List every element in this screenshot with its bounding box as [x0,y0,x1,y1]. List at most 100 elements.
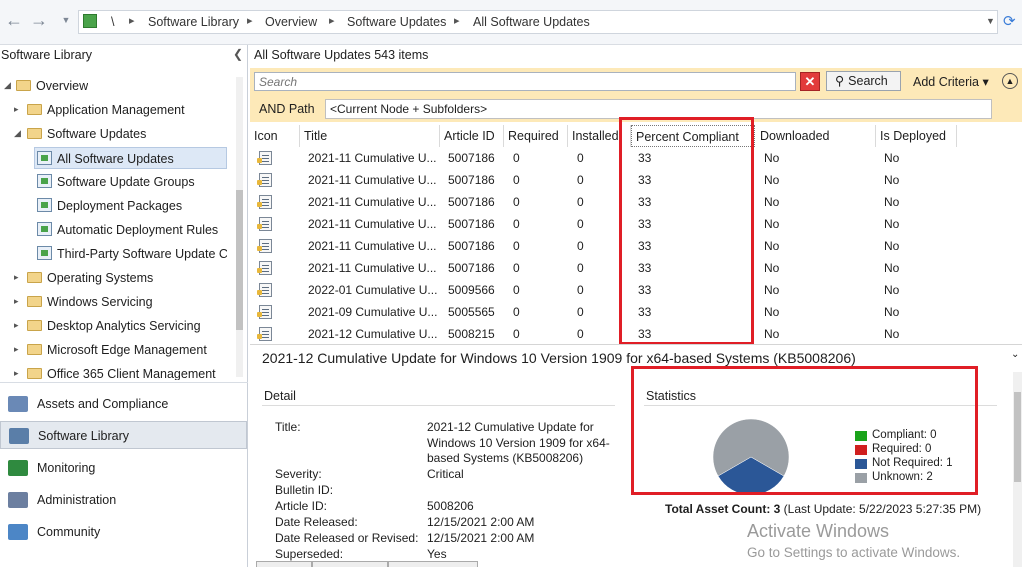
table-row[interactable]: 2022-01 Cumulative U... 5009566 0 0 33 No No [250,279,1022,301]
breadcrumb-root[interactable]: \ [111,15,114,29]
cell-downloaded: No [764,261,780,275]
breadcrumb-dropdown-icon[interactable]: ▼ [986,16,995,26]
column-header-title[interactable]: Title [300,125,440,147]
legend-required-swatch [855,445,867,455]
tree-item-operating-systems[interactable]: Operating Systems [27,267,153,289]
table-row[interactable]: 2021-11 Cumulative U... 5007186 0 0 33 No No [250,147,1022,169]
cell-required: 0 [513,195,520,209]
cell-percent: 33 [638,173,652,187]
tree-item-label: All Software Updates [57,152,174,166]
expanded-icon[interactable]: ◢ [4,80,11,91]
cell-percent: 33 [638,239,652,253]
breadcrumb-software-library[interactable]: Software Library [148,15,239,29]
workspace-community[interactable]: Community [0,518,247,546]
breadcrumb-software-updates[interactable]: Software Updates [347,15,446,29]
collapsed-icon[interactable]: ▸ [14,272,19,283]
column-header-article-id[interactable]: Article ID [440,125,504,147]
table-row[interactable]: 2021-12 Cumulative U... 5008215 0 0 33 No No [250,323,1022,341]
cell-title: 2021-09 Cumulative U... [308,305,438,319]
tree-item-software-updates[interactable]: Software Updates [27,123,146,145]
workspace-monitoring[interactable]: Monitoring [0,454,247,482]
navigation-tree: ◢ Overview ▸ Application Management ◢ So… [0,75,234,380]
tree-item-label: Software Update Groups [57,175,195,189]
column-header-is-deployed[interactable]: Is Deployed [876,125,957,147]
column-header-required[interactable]: Required [504,125,568,147]
column-header-percent-compliant[interactable]: Percent Compliant [631,125,755,147]
breadcrumb[interactable]: \ ▸ Software Library ▸ Overview ▸ Softwa… [78,10,998,34]
tree-item-deployment-packages[interactable]: Deployment Packages [37,195,182,217]
collapse-search-icon[interactable]: ▲ [1002,73,1018,89]
collapsed-icon[interactable]: ▸ [14,296,19,307]
chevron-down-icon[interactable]: ⌄ [1011,349,1019,360]
software-library-icon [9,428,29,444]
cell-article: 5007186 [448,261,495,275]
details-tab[interactable] [388,561,478,567]
tree-item-office-365-client-management[interactable]: Office 365 Client Management [27,363,216,380]
software-update-icon [257,195,272,209]
folder-icon [27,128,42,139]
details-scrollbar-thumb[interactable] [1014,392,1021,482]
tree-item-third-party-catalogs[interactable]: Third-Party Software Update Cat [37,243,227,265]
tree-item-desktop-analytics-servicing[interactable]: Desktop Analytics Servicing [27,315,201,337]
column-header-installed[interactable]: Installed [568,125,631,147]
tree-item-overview[interactable]: Overview [16,75,88,97]
folder-icon [27,296,42,307]
cell-required: 0 [513,239,520,253]
tree-item-automatic-deployment-rules[interactable]: Automatic Deployment Rules [37,219,218,241]
workspace-software-library[interactable]: Software Library [0,421,247,449]
search-input[interactable] [254,72,796,91]
table-row[interactable]: 2021-11 Cumulative U... 5007186 0 0 33 No No [250,235,1022,257]
collapsed-icon[interactable]: ▸ [14,104,19,115]
column-header-icon[interactable]: Icon [250,125,300,147]
collapsed-icon[interactable]: ▸ [14,368,19,379]
workspace-administration[interactable]: Administration [0,486,247,514]
add-criteria-button[interactable]: Add Criteria ▾ [913,74,989,89]
cell-installed: 0 [577,283,584,297]
cell-downloaded: No [764,151,780,165]
cell-downloaded: No [764,239,780,253]
table-row[interactable]: 2021-11 Cumulative U... 5007186 0 0 33 No No [250,213,1022,235]
search-button[interactable]: ⚲ Search [826,71,901,91]
clear-search-icon[interactable]: ✕ [800,72,820,91]
tree-item-label: Windows Servicing [47,295,153,309]
cell-percent: 33 [638,151,652,165]
tree-item-software-update-groups[interactable]: Software Update Groups [37,171,195,193]
refresh-icon[interactable]: ⟳ [1003,12,1016,30]
cell-article: 5008215 [448,327,495,341]
table-row[interactable]: 2021-11 Cumulative U... 5007186 0 0 33 No No [250,169,1022,191]
date-released-value: 12/15/2021 2:00 AM [427,515,535,529]
software-update-icon [257,327,272,341]
software-update-icon [257,217,272,231]
path-field[interactable]: <Current Node + Subfolders> [325,99,992,119]
table-row[interactable]: 2021-11 Cumulative U... 5007186 0 0 33 No No [250,257,1022,279]
cell-deployed: No [884,173,900,187]
cell-title: 2022-01 Cumulative U... [308,283,438,297]
details-tab[interactable] [312,561,388,567]
tree-item-windows-servicing[interactable]: Windows Servicing [27,291,153,313]
tree-item-application-management[interactable]: Application Management [27,99,185,121]
community-icon [8,524,28,540]
expanded-icon[interactable]: ◢ [14,128,21,139]
breadcrumb-all-software-updates[interactable]: All Software Updates [473,15,590,29]
tree-scrollbar-thumb[interactable] [236,190,243,330]
cell-percent: 33 [638,305,652,319]
collapsed-icon[interactable]: ▸ [14,320,19,331]
workspace-assets-and-compliance[interactable]: Assets and Compliance [0,390,247,418]
tree-item-microsoft-edge-management[interactable]: Microsoft Edge Management [27,339,207,361]
column-header-downloaded[interactable]: Downloaded [756,125,876,147]
collapse-pane-icon[interactable]: ❮ [233,47,243,61]
history-dropdown-icon[interactable]: ▼ [56,10,76,30]
details-tab[interactable] [256,561,312,567]
chevron-right-icon: ▸ [247,15,253,27]
collapsed-icon[interactable]: ▸ [14,344,19,355]
table-row[interactable]: 2021-09 Cumulative U... 5005565 0 0 33 No No [250,301,1022,323]
table-row[interactable]: 2021-11 Cumulative U... 5007186 0 0 33 No No [250,191,1022,213]
forward-arrow-icon[interactable]: → [29,10,49,30]
cell-downloaded: No [764,327,780,341]
tree-item-all-software-updates[interactable]: All Software Updates [34,147,227,169]
breadcrumb-overview[interactable]: Overview [265,15,317,29]
cell-installed: 0 [577,151,584,165]
legend-not-required-swatch [855,459,867,469]
folder-icon [27,104,42,115]
back-arrow-icon[interactable]: ← [4,10,24,30]
